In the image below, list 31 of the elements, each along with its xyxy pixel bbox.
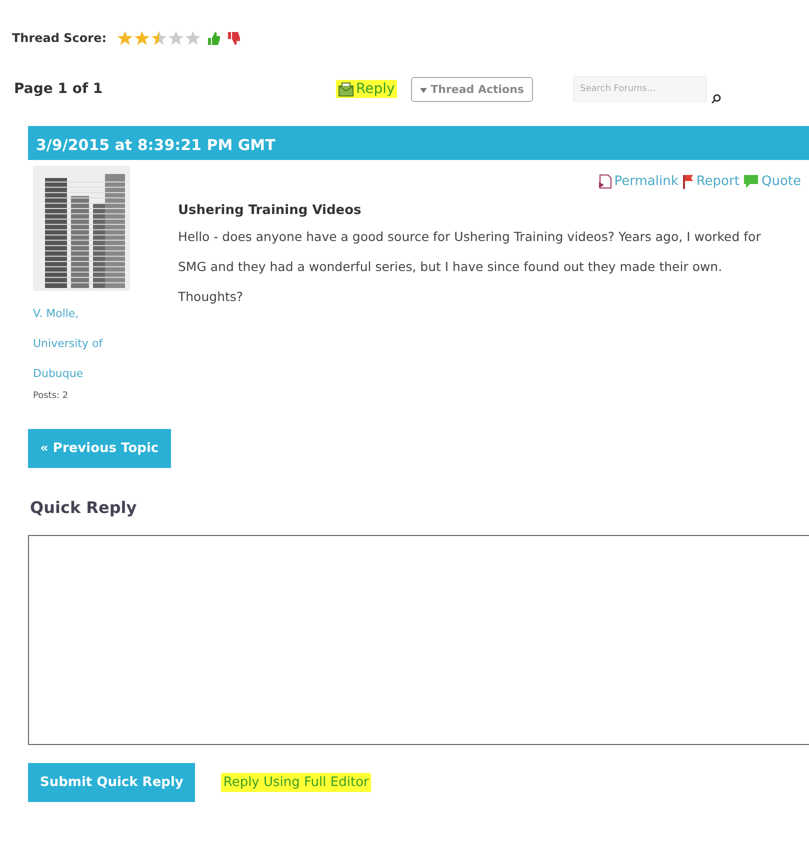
report-link[interactable]: Report [682,174,740,189]
search-field[interactable]: Search Forums... [572,76,707,102]
page-indicator: Page 1 of 1 [14,81,104,97]
thread-score-label: Thread Score: [12,31,107,45]
star-icon[interactable] [168,30,184,46]
thread-actions-button[interactable]: Thread Actions [410,76,533,102]
star-icon[interactable] [184,30,201,46]
quote-link[interactable]: Quote [743,174,801,189]
thumbs-down-icon[interactable] [226,30,241,46]
post-count: Posts: 2 [33,391,70,401]
full-editor-link[interactable]: Reply Using Full Editor [221,773,371,792]
previous-topic-button[interactable]: « Previous Topic [28,429,171,468]
post-date-header: 3/9/2015 at 8:39:21 PM GMT [28,126,809,160]
reply-text-area[interactable] [28,535,809,745]
reply-link[interactable]: Reply [336,80,397,98]
post-title: Ushering Training Videos [178,203,362,218]
document-icon [598,174,612,189]
author-link[interactable]: V. Molle, University of Dubuque [33,299,153,389]
thumbs-up-icon[interactable] [206,30,221,46]
speech-bubble-icon [743,174,760,189]
star-icon[interactable] [150,30,167,46]
envelope-icon [338,82,354,96]
post-text: Hello - does anyone have a good source for Ushering Training videos? Years ago, I worked for SMG and they had a wonderful series, but I have since found out they made their own. Thoughts? [178,228,762,306]
quick-reply-heading: Quick Reply [30,498,138,517]
caret-icon [420,88,427,92]
flag-icon [682,174,694,189]
star-icon[interactable] [116,30,133,46]
permalink-link[interactable]: Permalink [598,174,678,189]
search-icon[interactable] [710,94,721,104]
submit-button[interactable]: Submit Quick Reply [28,763,196,802]
star-icon[interactable] [134,30,150,46]
